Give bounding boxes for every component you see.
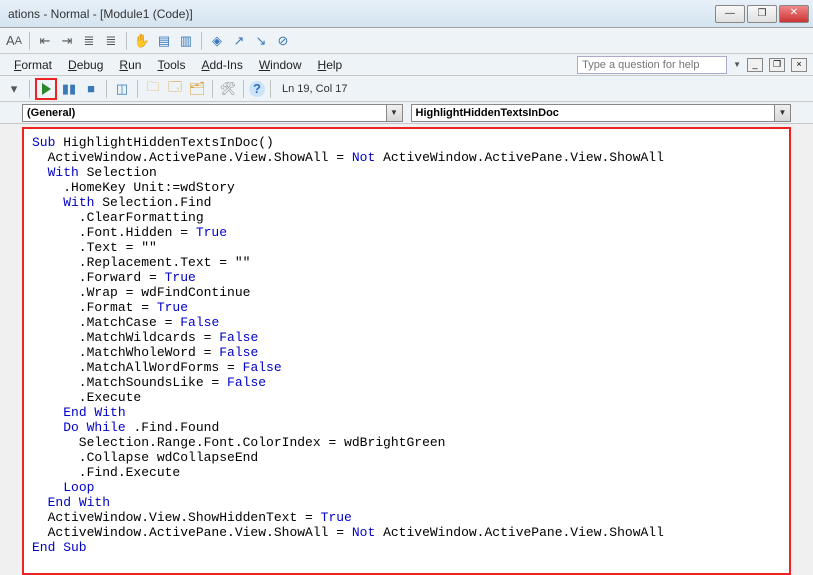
menu-format[interactable]: Format <box>6 56 60 74</box>
comment-icon[interactable]: ▤ <box>154 31 174 51</box>
project-explorer-icon[interactable]: 🗀 <box>143 79 163 99</box>
close-button[interactable]: ✕ <box>779 5 809 23</box>
pause-button[interactable]: ▮▮ <box>59 79 79 99</box>
outdent-icon[interactable]: ⇤ <box>35 31 55 51</box>
code-content[interactable]: Sub HighlightHiddenTextsInDoc() ActiveWi… <box>24 129 789 561</box>
properties-icon[interactable]: 🗔 <box>165 79 185 99</box>
run-button[interactable] <box>35 78 57 100</box>
indent-icon[interactable]: ⇥ <box>57 31 77 51</box>
menu-tools[interactable]: Tools <box>149 56 193 74</box>
standard-toolbar: ▾ ▮▮ ■ ◫ 🗀 🗔 🗂 🛠 ? Ln 19, Col 17 <box>0 76 813 102</box>
window-title: ations - Normal - [Module1 (Code)] <box>8 7 715 21</box>
chevron-down-icon: ▼ <box>386 105 402 121</box>
menu-addins[interactable]: Add-Ins <box>193 56 250 74</box>
play-icon <box>42 83 51 95</box>
chevron-down-icon: ▼ <box>774 105 790 121</box>
code-editor[interactable]: Sub HighlightHiddenTextsInDoc() ActiveWi… <box>22 127 791 575</box>
hand-icon[interactable]: ✋ <box>132 31 152 51</box>
bookmark-icon[interactable]: ◈ <box>207 31 227 51</box>
minimize-button[interactable]: — <box>715 5 745 23</box>
design-mode-icon[interactable]: ◫ <box>112 79 132 99</box>
clear-bookmarks-icon[interactable]: ⊘ <box>273 31 293 51</box>
font-size-icon[interactable]: AA <box>4 31 24 51</box>
mdi-minimize-button[interactable]: _ <box>747 58 763 72</box>
object-combo[interactable]: (General) ▼ <box>22 104 403 122</box>
menu-help[interactable]: Help <box>310 56 351 74</box>
code-navigator: (General) ▼ HighlightHiddenTextsInDoc ▼ <box>0 102 813 124</box>
edit-toolbar: AA ⇤ ⇥ ≣ ≣ ✋ ▤ ▥ ◈ ↗ ↘ ⊘ <box>0 28 813 54</box>
next-bookmark-icon[interactable]: ↗ <box>229 31 249 51</box>
cursor-position: Ln 19, Col 17 <box>282 83 347 95</box>
help-icon[interactable]: ? <box>249 81 265 97</box>
menubar: Format Debug Run Tools Add-Ins Window He… <box>0 54 813 76</box>
object-combo-value: (General) <box>27 107 75 119</box>
help-dropdown-icon[interactable]: ▼ <box>733 60 741 69</box>
dropdown-toolbar-icon[interactable]: ▾ <box>4 79 24 99</box>
uncomment-icon[interactable]: ▥ <box>176 31 196 51</box>
procedure-combo-value: HighlightHiddenTextsInDoc <box>416 107 559 119</box>
stop-button[interactable]: ■ <box>81 79 101 99</box>
mdi-restore-button[interactable]: ❐ <box>769 58 785 72</box>
help-search-input[interactable] <box>577 56 727 74</box>
menu-debug[interactable]: Debug <box>60 56 111 74</box>
maximize-button[interactable]: ❐ <box>747 5 777 23</box>
menu-run[interactable]: Run <box>111 56 149 74</box>
menu-window[interactable]: Window <box>251 56 310 74</box>
titlebar: ations - Normal - [Module1 (Code)] — ❐ ✕ <box>0 0 813 28</box>
mdi-close-button[interactable]: × <box>791 58 807 72</box>
list-indent-icon[interactable]: ≣ <box>79 31 99 51</box>
procedure-combo[interactable]: HighlightHiddenTextsInDoc ▼ <box>411 104 792 122</box>
prev-bookmark-icon[interactable]: ↘ <box>251 31 271 51</box>
list-outdent-icon[interactable]: ≣ <box>101 31 121 51</box>
object-browser-icon[interactable]: 🗂 <box>187 79 207 99</box>
toolbox-icon[interactable]: 🛠 <box>218 79 238 99</box>
